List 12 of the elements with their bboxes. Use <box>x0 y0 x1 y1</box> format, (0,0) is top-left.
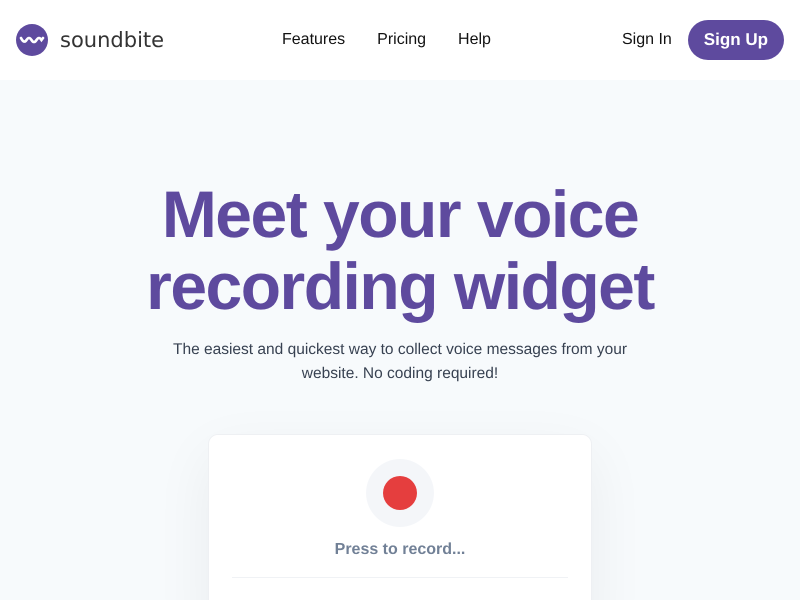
logo-icon <box>16 24 48 56</box>
hero-title-line: recording widget <box>146 250 654 322</box>
sign-in-link[interactable]: Sign In <box>622 31 672 49</box>
brand-name: soundbite <box>60 28 164 52</box>
sign-up-button[interactable]: Sign Up <box>688 20 784 60</box>
record-prompt: Press to record... <box>334 541 466 559</box>
nav-link[interactable]: Features <box>282 31 346 49</box>
record-dot-icon <box>383 476 417 510</box>
hero-subtitle: The easiest and quickest way to collect voice messages from your website. No coding required! <box>172 340 628 384</box>
hero-title-line: Meet your voice <box>162 178 638 250</box>
nav-link[interactable]: Help <box>458 31 491 49</box>
nav-link[interactable]: Pricing <box>377 31 426 49</box>
